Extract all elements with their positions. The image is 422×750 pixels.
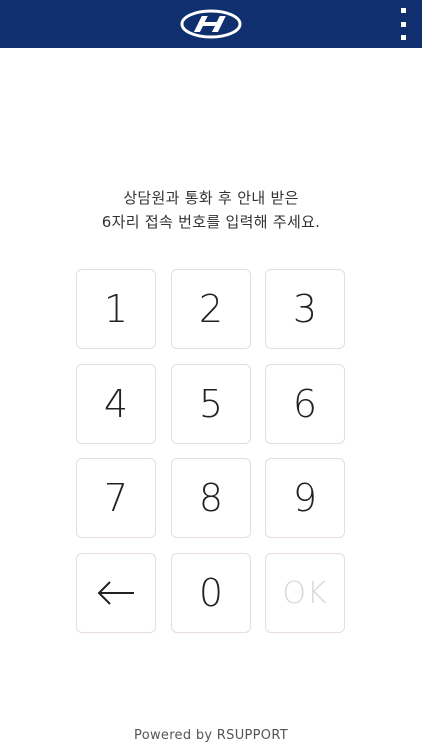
numeric-keypad: 1 2 3 4 5 6 7 8 9 0 OK — [76, 269, 346, 633]
key-5[interactable]: 5 — [171, 364, 251, 444]
app-header — [0, 0, 422, 48]
key-2[interactable]: 2 — [171, 269, 251, 349]
more-menu-button[interactable] — [398, 8, 408, 40]
instruction-text: 상담원과 통화 후 안내 받은 6자리 접속 번호를 입력해 주세요. — [0, 186, 422, 234]
backspace-button[interactable] — [76, 553, 156, 633]
key-3[interactable]: 3 — [265, 269, 345, 349]
more-vertical-icon-dot — [400, 8, 406, 13]
key-1[interactable]: 1 — [76, 269, 156, 349]
key-6[interactable]: 6 — [265, 364, 345, 444]
instruction-line-1: 상담원과 통화 후 안내 받은 — [123, 189, 299, 207]
key-7[interactable]: 7 — [76, 458, 156, 538]
hyundai-logo — [180, 9, 242, 39]
key-4[interactable]: 4 — [76, 364, 156, 444]
key-9[interactable]: 9 — [265, 458, 345, 538]
instruction-line-2: 6자리 접속 번호를 입력해 주세요. — [101, 213, 321, 231]
more-vertical-icon-dot — [400, 35, 406, 40]
arrow-left-icon — [97, 581, 134, 605]
powered-by-footer: Powered by RSUPPORT — [134, 728, 288, 743]
ok-button[interactable]: OK — [265, 553, 345, 633]
more-vertical-icon-dot — [400, 21, 406, 27]
key-8[interactable]: 8 — [171, 458, 251, 538]
key-0[interactable]: 0 — [171, 553, 251, 633]
